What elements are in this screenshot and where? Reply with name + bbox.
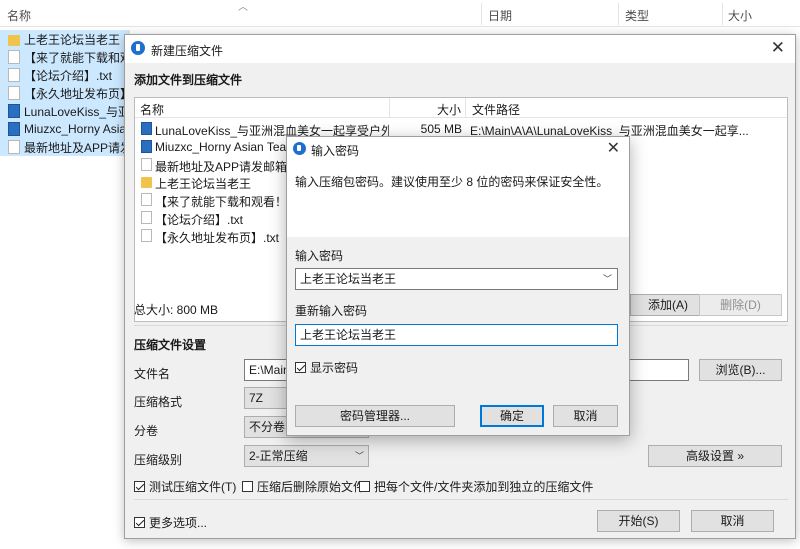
video-icon (8, 104, 20, 118)
browse-button[interactable]: 浏览(B)... (699, 359, 782, 381)
close-icon[interactable]: ✕ (771, 38, 785, 58)
list-item[interactable]: 【论坛介绍】.txt (0, 66, 130, 84)
list-item-label: 【论坛介绍】.txt (24, 68, 113, 83)
column-divider[interactable] (481, 3, 482, 25)
cancel-button[interactable]: 取消 (691, 510, 774, 532)
list-item[interactable]: Miuzxc_Horny Asian T (0, 120, 130, 138)
list-col-path[interactable]: 文件路径 (472, 101, 520, 118)
cell-size: 505 MB (420, 122, 462, 136)
file-icon (141, 193, 152, 207)
start-button[interactable]: 开始(S) (597, 510, 680, 532)
separate-archives-checkbox[interactable]: 把每个文件/文件夹添加到独立的压缩文件 (359, 478, 593, 495)
total-size: 总大小: 800 MB (134, 303, 219, 317)
list-item[interactable]: 【永久地址发布页】.tx (0, 84, 130, 102)
level-select[interactable]: 2-正常压缩 ﹀ (244, 445, 369, 467)
filename-label: 文件名 (134, 367, 171, 381)
split-value: 不分卷 (249, 420, 286, 434)
column-type[interactable]: 类型 (625, 7, 649, 24)
column-divider[interactable] (618, 3, 619, 25)
advanced-settings-button[interactable]: 高级设置 » (648, 445, 782, 467)
password-value: 上老王论坛当老王 (300, 272, 397, 286)
password-input[interactable]: 上老王论坛当老王 ﹀ (295, 268, 618, 290)
delete-after-checkbox[interactable]: 压缩后删除原始文件 (242, 478, 365, 495)
file-icon (141, 157, 152, 171)
close-icon[interactable]: ✕ (607, 138, 620, 158)
show-password-checkbox[interactable]: 显示密码 (295, 359, 358, 376)
app-icon (131, 41, 145, 55)
folder-icon (141, 177, 152, 189)
password-dialog: 输入密码 ✕ 输入压缩包密码。建议使用至少 8 位的密码来保证安全性。 输入密码… (286, 136, 630, 436)
column-size[interactable]: 大小 (728, 7, 752, 24)
format-label: 压缩格式 (134, 395, 183, 409)
file-icon (141, 211, 152, 224)
sort-up-icon: ︿ (238, 2, 248, 13)
column-date[interactable]: 日期 (488, 7, 512, 24)
dialog-titlebar[interactable]: 输入密码 ✕ (287, 137, 629, 161)
more-options-label: 更多选项... (149, 516, 208, 530)
show-password-label: 显示密码 (310, 361, 359, 375)
separate-archives-label: 把每个文件/文件夹添加到独立的压缩文件 (374, 480, 594, 494)
file-icon (8, 68, 20, 82)
checkbox-box[interactable] (359, 481, 370, 492)
settings-header: 压缩文件设置 (134, 338, 207, 352)
file-icon (141, 228, 152, 242)
column-divider[interactable] (389, 98, 390, 118)
explorer-column-header: 名称 ︿ 日期 类型 大小 (0, 0, 800, 27)
password-label: 输入密码 (295, 249, 344, 263)
cancel-button[interactable]: 取消 (553, 405, 618, 427)
level-value: 2-正常压缩 (249, 449, 308, 463)
description-panel: 输入压缩包密码。建议使用至少 8 位的密码来保证安全性。 (287, 161, 629, 237)
format-value: 7Z (249, 391, 264, 405)
file-icon (8, 50, 20, 64)
column-divider[interactable] (722, 3, 723, 25)
chevron-down-icon[interactable]: ﹀ (603, 269, 612, 289)
delete-after-label: 压缩后删除原始文件 (257, 480, 366, 494)
list-item-label: 上老王论坛当老王 (24, 32, 121, 47)
list-item-label: 【来了就能下载和观看 (24, 50, 130, 65)
file-icon (8, 86, 20, 100)
confirm-password-label: 重新输入密码 (295, 304, 368, 318)
password-manager-button[interactable]: 密码管理器... (295, 405, 455, 427)
list-item[interactable]: 最新地址及APP请发邮 (0, 138, 130, 156)
file-icon (8, 140, 20, 154)
add-files-header: 添加文件到压缩文件 (134, 73, 243, 87)
confirm-password-input[interactable]: 上老王论坛当老王 (295, 324, 618, 346)
list-item-label: 【永久地址发布页】.tx (24, 86, 130, 101)
dialog-title: 输入密码 (311, 144, 360, 158)
test-archive-checkbox[interactable]: 测试压缩文件(T) (134, 478, 236, 495)
test-archive-label: 测试压缩文件(T) (149, 480, 237, 494)
list-col-size[interactable]: 大小 (435, 101, 461, 118)
list-item[interactable]: 【来了就能下载和观看 (0, 48, 130, 66)
file-list-header: 名称 大小 文件路径 (135, 98, 787, 118)
folder-icon (8, 34, 20, 46)
video-icon (141, 122, 152, 135)
confirm-password-value: 上老王论坛当老王 (300, 328, 397, 342)
divider (134, 499, 788, 500)
list-item[interactable]: 上老王论坛当老王 (0, 30, 130, 48)
checkbox-box[interactable] (295, 362, 306, 373)
ok-button[interactable]: 确定 (480, 405, 544, 427)
list-item-label: Miuzxc_Horny Asian T (24, 122, 130, 136)
column-name[interactable]: 名称 (7, 7, 31, 24)
add-button[interactable]: 添加(A) (630, 294, 706, 316)
chevron-down-icon: ﹀ (354, 451, 364, 461)
more-options-checkbox[interactable]: 更多选项... (134, 514, 207, 531)
level-label: 压缩级别 (134, 453, 183, 467)
split-label: 分卷 (134, 424, 159, 438)
delete-button[interactable]: 删除(D) (699, 294, 782, 316)
app-icon (293, 142, 306, 155)
password-description: 输入压缩包密码。建议使用至少 8 位的密码来保证安全性。 (295, 175, 609, 189)
dialog-titlebar[interactable]: 新建压缩文件 ✕ (125, 35, 795, 63)
checkbox-box[interactable] (242, 481, 253, 492)
checkbox-box[interactable] (134, 481, 145, 492)
list-col-name[interactable]: 名称 (140, 101, 164, 118)
checkbox-box[interactable] (134, 517, 145, 528)
list-item-label: 最新地址及APP请发邮 (24, 140, 130, 155)
list-item-label: LunaLoveKiss_与亚洲 (24, 104, 130, 119)
video-icon (8, 122, 20, 136)
video-icon (141, 139, 152, 153)
list-item[interactable]: LunaLoveKiss_与亚洲 (0, 102, 130, 120)
dialog-title: 新建压缩文件 (151, 44, 224, 58)
column-divider[interactable] (465, 98, 466, 118)
